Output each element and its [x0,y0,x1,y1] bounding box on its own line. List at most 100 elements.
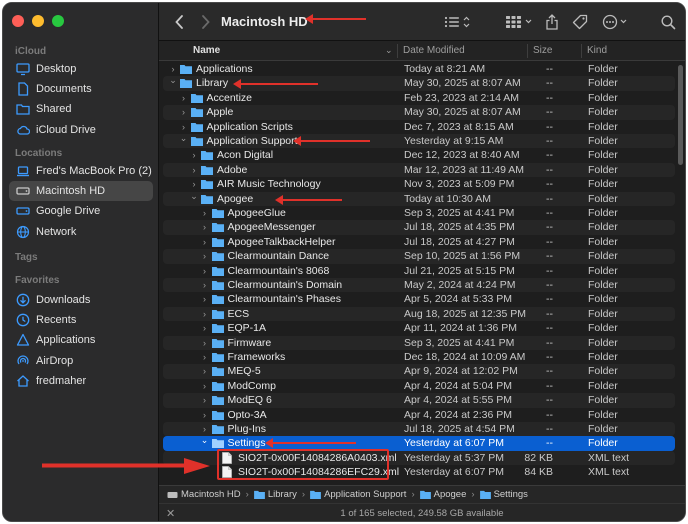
file-name: Library [196,77,229,90]
folder-row[interactable]: › Clearmountain Dance Sep 10, 2025 at 1:56… [163,249,675,264]
disclosure-collapsed-icon[interactable]: › [190,163,198,177]
folder-row[interactable]: ⌄ Apogee Today at 10:30 AM -- Folder [163,189,675,206]
sidebar-item[interactable]: Desktop [9,59,153,79]
sidebar-item[interactable]: Documents [9,79,153,99]
file-kind: XML text [588,466,630,479]
annotation-highlight-box [217,449,389,480]
view-mode-button[interactable] [443,12,473,32]
folder-row[interactable]: › Apple May 30, 2025 at 8:07 AM -- Folder [163,105,675,120]
folder-row[interactable]: › Applications Today at 8:21 AM -- Folder [163,62,675,76]
share-button[interactable] [543,12,561,32]
disclosure-collapsed-icon[interactable]: › [201,307,209,321]
folder-row[interactable]: › ApogeeTalkbackHelper Jul 18, 2025 at 4:2… [163,235,675,249]
sidebar-item[interactable]: AirDrop [9,351,153,371]
sidebar-item[interactable]: Google Drive [9,201,153,221]
folder-row[interactable]: › ApogeeMessenger Jul 18, 2025 at 4:35 PM -… [163,220,675,235]
sort-chevron-icon[interactable]: ⌄ [385,45,393,56]
disclosure-collapsed-icon[interactable]: › [201,408,209,422]
disclosure-collapsed-icon[interactable]: › [180,105,188,119]
search-button[interactable] [659,12,677,32]
zoom-window-button[interactable] [52,15,64,27]
folder-icon [310,490,321,500]
sidebar-item[interactable]: Macintosh HD [9,181,153,202]
folder-row[interactable]: › Clearmountain's Domain May 2, 2024 at 4:… [163,278,675,293]
disclosure-collapsed-icon[interactable]: › [201,278,209,292]
disclosure-expanded-icon[interactable]: ⌄ [190,189,198,203]
close-window-button[interactable] [12,15,24,27]
minimize-window-button[interactable] [32,15,44,27]
sidebar-item[interactable]: Fred's MacBook Pro (2) [9,161,153,181]
folder-row[interactable]: › Application Scripts Dec 7, 2023 at 8:15 … [163,120,675,134]
file-kind: Folder [588,365,618,378]
date-modified: Dec 12, 2023 at 8:40 AM [404,149,520,162]
path-crumb[interactable]: Application Support [324,489,406,500]
disclosure-collapsed-icon[interactable]: › [201,220,209,234]
annotation-arrow [293,136,370,146]
disclosure-collapsed-icon[interactable]: › [201,336,209,350]
more-actions-button[interactable] [601,12,631,32]
folder-row[interactable]: › ECS Aug 18, 2025 at 12:35 PM -- Folder [163,306,675,322]
disclosure-collapsed-icon[interactable]: › [201,350,209,364]
disclosure-collapsed-icon[interactable]: › [201,249,209,263]
column-date-header[interactable]: Date Modified [403,45,465,56]
disclosure-collapsed-icon[interactable]: › [201,264,209,278]
disclosure-collapsed-icon[interactable]: › [201,321,209,335]
vertical-scrollbar[interactable] [678,65,683,165]
column-name-header[interactable]: Name [193,45,220,56]
folder-row[interactable]: ⌄ Application Support Yesterday at 9:15 AM… [163,131,675,149]
folder-row[interactable]: › Acon Digital Dec 12, 2023 at 8:40 AM -- Fo… [163,148,675,162]
path-crumb[interactable]: Apogee [434,489,467,500]
sidebar-item[interactable]: iCloud Drive [9,120,153,140]
disclosure-expanded-icon[interactable]: ⌄ [169,73,177,87]
path-crumb[interactable]: Library [268,489,297,500]
disclosure-collapsed-icon[interactable]: › [201,364,209,378]
path-crumb[interactable]: Macintosh HD [181,489,241,500]
file-list[interactable]: › Applications Today at 8:21 AM -- Folder ⌄ Li… [159,62,675,484]
sidebar-item[interactable]: Shared [9,99,153,119]
folder-row[interactable]: › ModEQ 6 Apr 4, 2024 at 5:55 PM -- Folder [163,393,675,408]
disclosure-expanded-icon[interactable]: ⌄ [180,131,188,145]
disclosure-collapsed-icon[interactable]: › [190,148,198,162]
folder-row[interactable]: › MEQ-5 Apr 9, 2024 at 12:02 PM -- Folder [163,364,675,379]
folder-row[interactable]: › Accentize Feb 23, 2023 at 2:14 AM -- Folde… [163,91,675,105]
folder-row[interactable]: › Opto-3A Apr 4, 2024 at 2:36 PM -- Folder [163,408,675,422]
sidebar-item-label: fredmaher [36,374,87,387]
disclosure-collapsed-icon[interactable]: › [201,292,209,306]
column-divider[interactable] [527,44,528,58]
search-icon [660,14,675,29]
disclosure-collapsed-icon[interactable]: › [201,379,209,393]
folder-row[interactable]: › Plug-Ins Jul 18, 2025 at 4:54 PM -- Folder [163,422,675,437]
folder-row[interactable]: › Clearmountain's 8068 Jul 21, 2025 at 5:1… [163,264,675,278]
folder-row[interactable]: › ModComp Apr 4, 2024 at 5:04 PM -- Folder [163,379,675,393]
path-crumb[interactable]: Settings [494,489,528,500]
disclosure-collapsed-icon[interactable]: › [201,206,209,220]
folder-row[interactable]: › ApogeeGlue Sep 3, 2025 at 4:41 PM -- Folde… [163,206,675,220]
column-kind-header[interactable]: Kind [587,45,607,56]
folder-row[interactable]: › Firmware Sep 3, 2025 at 4:41 PM -- Folder [163,335,675,350]
folder-row[interactable]: › Frameworks Dec 18, 2024 at 10:09 AM -- Fol… [163,350,675,364]
file-size: -- [546,192,553,205]
column-divider[interactable] [397,44,398,58]
column-size-header[interactable]: Size [533,45,552,56]
sidebar-item[interactable]: Applications [9,330,153,350]
file-kind: Folder [588,250,618,263]
group-button[interactable] [505,12,535,32]
sidebar-item[interactable]: Network [9,222,153,242]
disclosure-collapsed-icon[interactable]: › [180,91,188,105]
disclosure-collapsed-icon[interactable]: › [201,235,209,249]
column-divider[interactable] [581,44,582,58]
sidebar-item-label: Documents [36,83,92,96]
folder-row[interactable]: › Adobe Mar 12, 2023 at 11:49 AM -- Folder [163,162,675,178]
folder-row[interactable]: › AIR Music Technology Nov 3, 2023 at 5:09… [163,177,675,191]
tag-button[interactable] [571,12,589,32]
forward-button[interactable] [197,12,213,32]
folder-row[interactable]: › Clearmountain's Phases Apr 5, 2024 at 5:… [163,292,675,306]
sidebar-item[interactable]: Recents [9,310,153,330]
back-button[interactable] [171,12,187,32]
sidebar-item[interactable]: Downloads [9,290,153,310]
disclosure-expanded-icon[interactable]: ⌄ [201,433,209,447]
folder-row[interactable]: › EQP-1A Apr 11, 2024 at 1:36 PM -- Folder [163,321,675,335]
sidebar-item[interactable]: fredmaher [9,371,153,391]
disclosure-collapsed-icon[interactable]: › [201,393,209,407]
date-modified: Yesterday at 6:07 PM [404,437,505,450]
